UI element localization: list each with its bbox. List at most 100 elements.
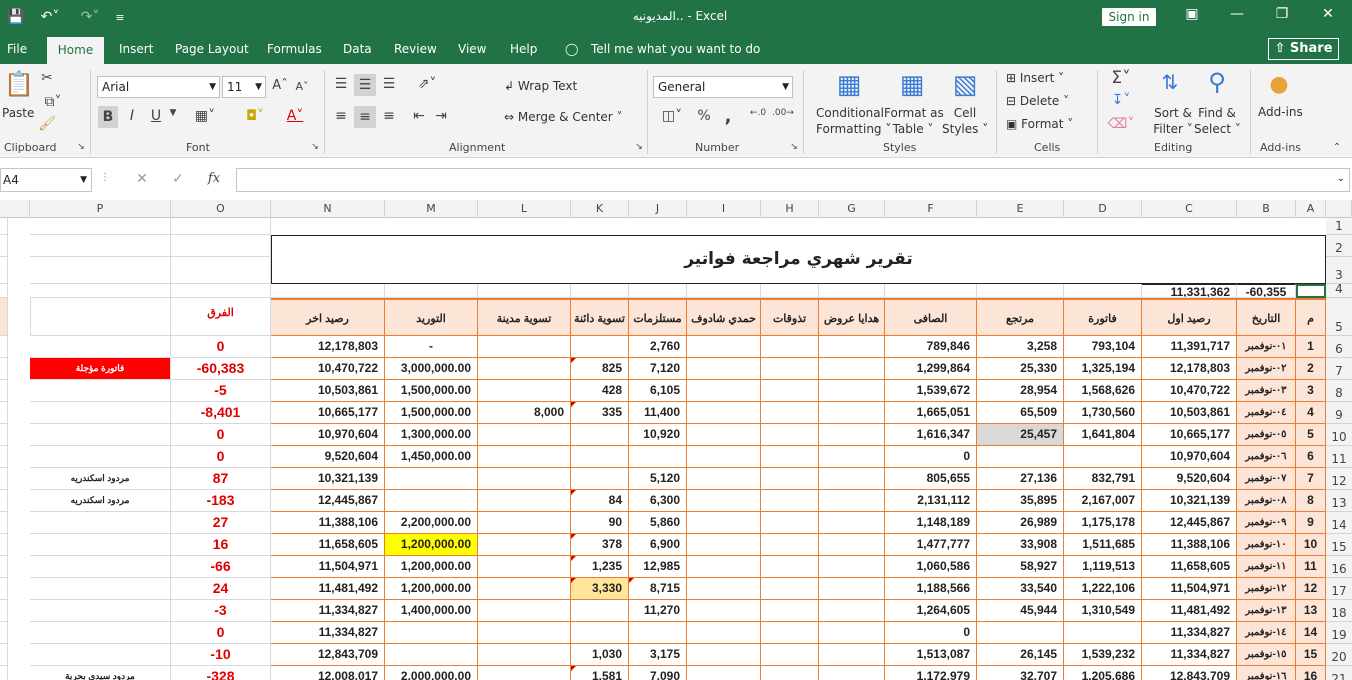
cell-L17[interactable] [478, 578, 571, 600]
cell-D11[interactable] [1064, 446, 1142, 468]
cell-G4[interactable] [819, 284, 885, 298]
cell-F11[interactable]: 0 [885, 446, 977, 468]
cell-D13[interactable]: 2,167,007 [1064, 490, 1142, 512]
cell-O20[interactable]: -10 [171, 644, 271, 666]
header-I[interactable]: حمدي شادوف [687, 298, 761, 336]
cell-J6[interactable]: 2,760 [629, 336, 687, 358]
cell-F10[interactable]: 1,616,347 [885, 424, 977, 446]
cell-O17[interactable]: 24 [171, 578, 271, 600]
cell-O1[interactable] [171, 218, 271, 235]
cell-E12[interactable]: 27,136 [977, 468, 1064, 490]
row-header-7[interactable]: 7 [1326, 358, 1352, 380]
column-header-A[interactable]: A [1296, 200, 1326, 218]
cell-J7[interactable]: 7,120 [629, 358, 687, 380]
wrap-text-button[interactable]: ↲ Wrap Text [504, 79, 577, 93]
delete-cells-button[interactable]: ⊟ Delete ˅ [1006, 94, 1069, 108]
cell-M8[interactable]: 1,500,000.00 [385, 380, 478, 402]
cell-H6[interactable] [761, 336, 819, 358]
cell-O13[interactable]: -183 [171, 490, 271, 512]
cell-M10[interactable]: 1,300,000.00 [385, 424, 478, 446]
align-right-icon[interactable]: ≡ [380, 108, 398, 124]
cell-C4[interactable]: 11,331,362 [1142, 284, 1237, 298]
fill-color-icon[interactable]: ◘˅ [238, 108, 272, 124]
align-bottom-icon[interactable]: ☰ [380, 76, 398, 92]
cell-L21[interactable] [478, 666, 571, 680]
cell-N16[interactable]: 11,504,971 [271, 556, 385, 578]
column-header-M[interactable]: M [385, 200, 478, 218]
cell-O16[interactable]: -66 [171, 556, 271, 578]
cell-edge7[interactable] [0, 358, 8, 380]
header-P[interactable] [30, 298, 171, 336]
cell-E16[interactable]: 58,927 [977, 556, 1064, 578]
cell-E20[interactable]: 26,145 [977, 644, 1064, 666]
cell-I15[interactable] [687, 534, 761, 556]
cell-N4[interactable] [271, 284, 385, 298]
cell-F8[interactable]: 1,539,672 [885, 380, 977, 402]
tell-me-search[interactable]: Tell me what you want to do [591, 42, 760, 56]
cell-N10[interactable]: 10,970,604 [271, 424, 385, 446]
cell-edge4[interactable] [0, 284, 8, 298]
cell-I12[interactable] [687, 468, 761, 490]
cell-M14[interactable]: 2,200,000.00 [385, 512, 478, 534]
cell-M6[interactable]: - [385, 336, 478, 358]
cell-C20[interactable]: 11,334,827 [1142, 644, 1237, 666]
increase-indent-icon[interactable]: ⇥ [432, 108, 450, 124]
cell-L12[interactable] [478, 468, 571, 490]
cell-H17[interactable] [761, 578, 819, 600]
cell-O4[interactable] [171, 284, 271, 298]
cell-N15[interactable]: 11,658,605 [271, 534, 385, 556]
cell-D10[interactable]: 1,641,804 [1064, 424, 1142, 446]
cell-A10[interactable]: 5 [1296, 424, 1326, 446]
row-header-3[interactable]: 3 [1326, 257, 1352, 284]
cell-N18[interactable]: 11,334,827 [271, 600, 385, 622]
cell-K10[interactable] [571, 424, 629, 446]
row-header-17[interactable]: 17 [1326, 578, 1352, 600]
paste-icon[interactable]: 📋 [4, 70, 34, 100]
cell-M12[interactable] [385, 468, 478, 490]
dialog-launcher-icon[interactable]: ↘ [789, 142, 799, 152]
cell-D12[interactable]: 832,791 [1064, 468, 1142, 490]
cell-F12[interactable]: 805,655 [885, 468, 977, 490]
tab-help[interactable]: Help [510, 42, 537, 56]
merge-center-button[interactable]: ⇔ Merge & Center ˅ [504, 110, 623, 124]
cell-N14[interactable]: 11,388,106 [271, 512, 385, 534]
cell-C6[interactable]: 11,391,717 [1142, 336, 1237, 358]
italic-button[interactable]: I [124, 108, 140, 124]
cell-H14[interactable] [761, 512, 819, 534]
cell-edge11[interactable] [0, 446, 8, 468]
cell-O19[interactable]: 0 [171, 622, 271, 644]
cell-J16[interactable]: 12,985 [629, 556, 687, 578]
comma-style-button[interactable]: , [720, 106, 736, 127]
autosum-icon[interactable]: Σ˅ [1106, 68, 1136, 88]
column-header-B[interactable]: B [1237, 200, 1296, 218]
cell-D17[interactable]: 1,222,106 [1064, 578, 1142, 600]
format-painter-icon[interactable]: 🖌 [38, 116, 56, 132]
cut-icon[interactable]: ✂ [38, 70, 56, 86]
cell-C7[interactable]: 12,178,803 [1142, 358, 1237, 380]
cell-E19[interactable] [977, 622, 1064, 644]
clear-icon[interactable]: ⌫˅ [1106, 116, 1136, 132]
cell-K15[interactable]: 378 [571, 534, 629, 556]
tab-page-layout[interactable]: Page Layout [175, 42, 249, 56]
accounting-format-icon[interactable]: ◫˅ [656, 108, 688, 124]
percent-button[interactable]: % [696, 108, 712, 124]
row-header-21[interactable]: 21 [1326, 666, 1352, 680]
cell-styles-button[interactable]: Cell Styles ˅ [942, 105, 988, 137]
row-header-6[interactable]: 6 [1326, 336, 1352, 358]
dialog-launcher-icon[interactable]: ↘ [310, 142, 320, 152]
cell-L6[interactable] [478, 336, 571, 358]
cell-B10[interactable]: ٠٥-نوفمبر [1237, 424, 1296, 446]
cell-D18[interactable]: 1,310,549 [1064, 600, 1142, 622]
cell-edge18[interactable] [0, 600, 8, 622]
cell-M4[interactable] [385, 284, 478, 298]
share-button[interactable]: ⇧ Share [1268, 38, 1339, 60]
conditional-formatting-icon[interactable]: ▦ [834, 70, 864, 100]
cell-N11[interactable]: 9,520,604 [271, 446, 385, 468]
cell-C14[interactable]: 12,445,867 [1142, 512, 1237, 534]
cell-M13[interactable] [385, 490, 478, 512]
header-edge[interactable] [0, 298, 8, 336]
select-all-corner[interactable] [1326, 200, 1352, 218]
cell-A18[interactable]: 13 [1296, 600, 1326, 622]
column-header-J[interactable]: J [629, 200, 687, 218]
cell-D21[interactable]: 1,205,686 [1064, 666, 1142, 680]
